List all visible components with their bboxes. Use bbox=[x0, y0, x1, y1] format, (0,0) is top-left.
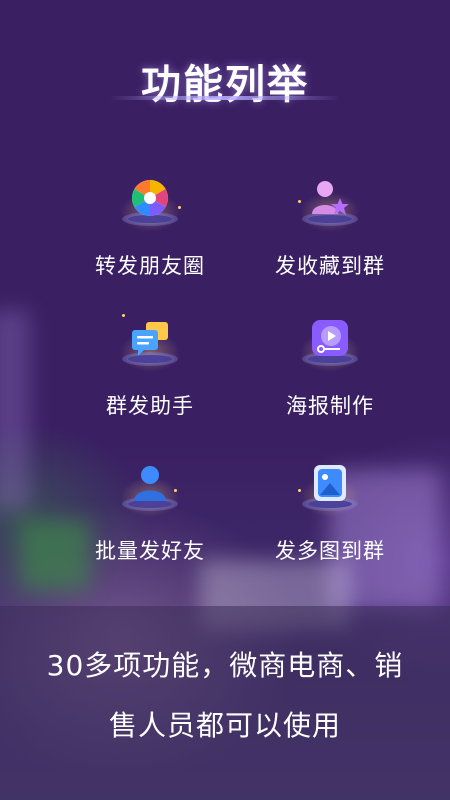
feature-bulk-messaging[interactable]: 群发助手 bbox=[60, 310, 240, 430]
image-icon bbox=[314, 465, 346, 501]
page-title: 功能列举 bbox=[141, 62, 309, 108]
messages-icon bbox=[132, 322, 168, 356]
sparkle-icon bbox=[178, 206, 181, 209]
sparkle-icon bbox=[174, 489, 177, 492]
sparkle-icon bbox=[298, 489, 301, 492]
video-poster-icon bbox=[312, 320, 348, 356]
feature-send-multiple-images-to-group[interactable]: 发多图到群 bbox=[240, 455, 420, 575]
caption-line-1: 30多项功能，微商电商、销 bbox=[46, 649, 404, 682]
blurred-building-left bbox=[0, 310, 30, 510]
feature-label: 发多图到群 bbox=[275, 539, 385, 563]
feature-label: 批量发好友 bbox=[95, 539, 205, 563]
sparkle-icon bbox=[298, 200, 301, 203]
caption-line-2: 售人员都可以使用 bbox=[108, 709, 341, 742]
feature-label: 群发助手 bbox=[106, 394, 194, 418]
feature-label: 海报制作 bbox=[286, 394, 374, 418]
feature-send-favorites-to-group[interactable]: 发收藏到群 bbox=[240, 170, 420, 290]
feature-label: 发收藏到群 bbox=[275, 254, 385, 278]
feature-poster-making[interactable]: 海报制作 bbox=[240, 310, 420, 430]
title-underline-glow bbox=[110, 96, 340, 100]
feature-label: 转发朋友圈 bbox=[95, 254, 205, 278]
bottom-caption-band bbox=[0, 606, 450, 800]
aperture-icon bbox=[131, 180, 169, 216]
user-icon bbox=[134, 466, 166, 501]
feature-batch-add-friends[interactable]: 批量发好友 bbox=[60, 455, 240, 575]
sparkle-icon bbox=[122, 314, 125, 317]
user-star-icon bbox=[312, 181, 349, 215]
feature-repost-moments[interactable]: 转发朋友圈 bbox=[60, 170, 240, 290]
